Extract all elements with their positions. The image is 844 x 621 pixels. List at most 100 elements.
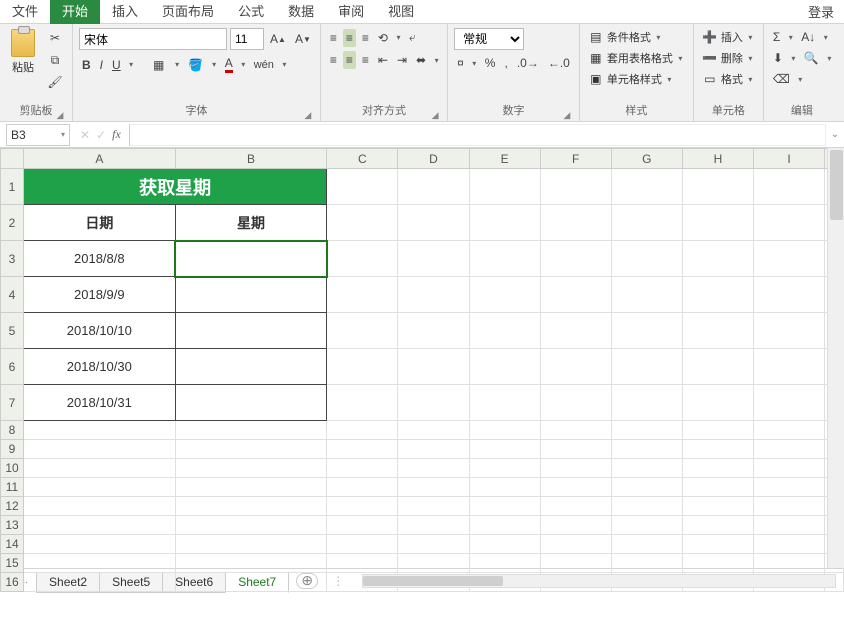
- font-color-button[interactable]: A: [222, 54, 236, 75]
- fill-color-button[interactable]: 🪣: [185, 55, 207, 75]
- currency-dd[interactable]: ▾: [470, 59, 479, 68]
- font-launcher[interactable]: ◢: [302, 107, 314, 119]
- row-header[interactable]: 12: [1, 497, 24, 516]
- expand-formula-bar[interactable]: ⌄: [826, 129, 844, 140]
- clear-dd[interactable]: ▾: [796, 75, 805, 84]
- tab-insert[interactable]: 插入: [100, 0, 150, 24]
- cell[interactable]: 日期: [24, 205, 176, 241]
- currency-button[interactable]: ¤: [454, 54, 467, 72]
- delete-cells-button[interactable]: ➖删除▾: [700, 49, 757, 67]
- paste-button[interactable]: 粘贴: [6, 28, 40, 76]
- cell-title[interactable]: 获取星期: [24, 169, 327, 205]
- col-header[interactable]: A: [24, 149, 176, 169]
- col-header[interactable]: C: [327, 149, 398, 169]
- bold-button[interactable]: B: [79, 56, 94, 74]
- align-center-button[interactable]: ≡: [343, 51, 356, 69]
- row-header[interactable]: 5: [1, 313, 24, 349]
- fill-dd[interactable]: ▾: [210, 60, 219, 69]
- font-name-combo[interactable]: [79, 28, 227, 50]
- phonetic-dd[interactable]: ▾: [280, 60, 289, 69]
- align-launcher[interactable]: ◢: [429, 107, 441, 119]
- autosum-button[interactable]: Σ: [770, 28, 783, 46]
- col-header[interactable]: F: [540, 149, 611, 169]
- copy-button[interactable]: ⧉: [44, 50, 66, 70]
- orientation-button[interactable]: ⟲: [375, 29, 391, 47]
- conditional-format-button[interactable]: ▤条件格式▾: [586, 28, 665, 46]
- col-header[interactable]: I: [753, 149, 824, 169]
- phonetic-button[interactable]: wén: [251, 57, 277, 73]
- sort-dd[interactable]: ▾: [821, 33, 830, 42]
- row-header[interactable]: 11: [1, 478, 24, 497]
- border-button[interactable]: ▦: [148, 55, 170, 75]
- align-top-button[interactable]: ≡: [327, 29, 340, 47]
- comma-button[interactable]: ,: [501, 54, 510, 72]
- font-size-combo[interactable]: [230, 28, 264, 50]
- align-right-button[interactable]: ≡: [359, 51, 372, 69]
- number-format-combo[interactable]: 常规: [454, 28, 524, 50]
- increase-font-button[interactable]: A▲: [267, 30, 289, 48]
- cell-styles-button[interactable]: ▣单元格样式▾: [586, 70, 676, 88]
- col-header[interactable]: G: [611, 149, 682, 169]
- decrease-decimal-button[interactable]: ←.0: [545, 54, 573, 72]
- cell[interactable]: 2018/10/30: [24, 349, 176, 385]
- row-header[interactable]: 6: [1, 349, 24, 385]
- format-as-table-button[interactable]: ▦套用表格格式▾: [586, 49, 687, 67]
- fontcolor-dd[interactable]: ▾: [239, 60, 248, 69]
- clipboard-launcher[interactable]: ◢: [54, 107, 66, 119]
- format-painter-button[interactable]: 🖌: [44, 72, 66, 92]
- format-cells-button[interactable]: ▭格式▾: [700, 70, 757, 88]
- wrap-text-button[interactable]: ⤶: [406, 28, 419, 47]
- tab-formulas[interactable]: 公式: [226, 0, 276, 24]
- row-header[interactable]: 7: [1, 385, 24, 421]
- clear-button[interactable]: ⌫: [770, 70, 793, 88]
- cell[interactable]: 2018/8/8: [24, 241, 176, 277]
- percent-button[interactable]: %: [482, 54, 499, 72]
- row-header[interactable]: 2: [1, 205, 24, 241]
- row-header[interactable]: 1: [1, 169, 24, 205]
- grid-table[interactable]: A B C D E F G H I 1 获取星期 2 日期 星期 3 2018/…: [0, 148, 844, 592]
- insert-cells-button[interactable]: ➕插入▾: [700, 28, 757, 46]
- underline-button[interactable]: U: [109, 56, 124, 74]
- horizontal-scrollbar[interactable]: [362, 574, 836, 588]
- merge-button[interactable]: ⬌: [413, 51, 429, 69]
- row-header[interactable]: 10: [1, 459, 24, 478]
- row-header[interactable]: 9: [1, 440, 24, 459]
- cell[interactable]: [175, 385, 327, 421]
- select-all-corner[interactable]: [1, 149, 24, 169]
- fill-button[interactable]: ⬇: [770, 49, 786, 67]
- login-link[interactable]: 登录: [798, 2, 844, 21]
- cell-selected[interactable]: [175, 241, 327, 277]
- row-header[interactable]: 3: [1, 241, 24, 277]
- cell[interactable]: [175, 313, 327, 349]
- sort-filter-button[interactable]: A↓: [798, 28, 818, 46]
- cell[interactable]: [175, 349, 327, 385]
- col-header[interactable]: B: [175, 149, 327, 169]
- align-middle-button[interactable]: ≡: [343, 29, 356, 47]
- cell[interactable]: 2018/10/10: [24, 313, 176, 349]
- row-header[interactable]: 4: [1, 277, 24, 313]
- row-header[interactable]: 14: [1, 535, 24, 554]
- accept-formula-button[interactable]: ✓: [96, 128, 106, 142]
- align-left-button[interactable]: ≡: [327, 51, 340, 69]
- merge-dd[interactable]: ▾: [432, 56, 441, 65]
- name-box[interactable]: B3▾: [6, 124, 70, 146]
- row-header[interactable]: 16: [1, 573, 24, 592]
- cell[interactable]: 2018/10/31: [24, 385, 176, 421]
- row-header[interactable]: 13: [1, 516, 24, 535]
- cell[interactable]: [175, 277, 327, 313]
- scroll-thumb[interactable]: [830, 150, 843, 220]
- number-launcher[interactable]: ◢: [561, 107, 573, 119]
- row-header[interactable]: 8: [1, 421, 24, 440]
- cut-button[interactable]: ✂: [44, 28, 66, 48]
- decrease-font-button[interactable]: A▼: [292, 30, 314, 48]
- formula-input[interactable]: [129, 124, 826, 146]
- col-header[interactable]: D: [398, 149, 469, 169]
- fx-button[interactable]: fx: [112, 127, 121, 142]
- border-dd[interactable]: ▾: [173, 60, 182, 69]
- increase-decimal-button[interactable]: .0→: [514, 54, 542, 72]
- tab-data[interactable]: 数据: [276, 0, 326, 24]
- indent-increase-button[interactable]: ⇥: [394, 51, 410, 69]
- align-bottom-button[interactable]: ≡: [359, 29, 372, 47]
- find-dd[interactable]: ▾: [825, 54, 834, 63]
- autosum-dd[interactable]: ▾: [786, 33, 795, 42]
